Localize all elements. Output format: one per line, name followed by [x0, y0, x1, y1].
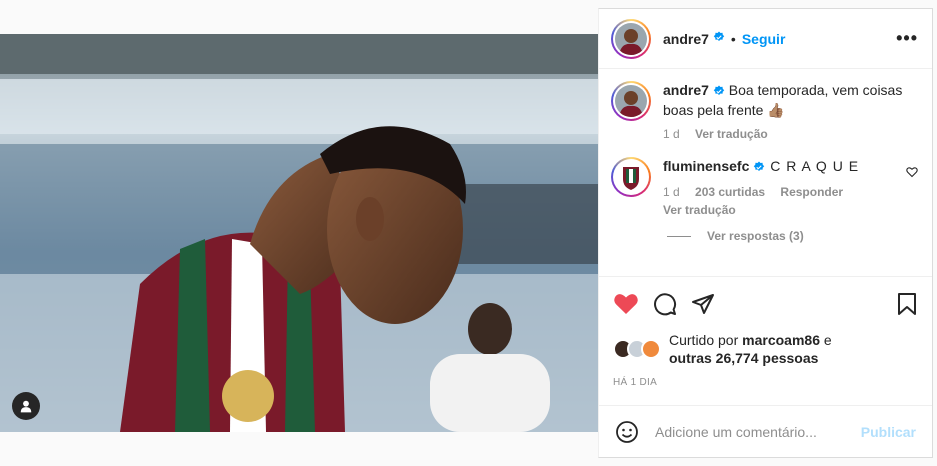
comment-username[interactable]: fluminensefc: [663, 158, 749, 174]
reply-button[interactable]: Responder: [780, 185, 843, 199]
verified-badge-icon: [753, 159, 765, 177]
verified-badge-icon: [713, 30, 725, 48]
post-side-panel: andre7 • Seguir ••• andre7 Boa temporada…: [598, 8, 933, 458]
likes-prefix: Curtido por: [669, 332, 743, 348]
follow-button[interactable]: Seguir: [742, 31, 786, 47]
add-comment-bar: Publicar: [599, 405, 932, 457]
post-timestamp[interactable]: HÁ 1 DIA: [599, 367, 932, 388]
other-likes-link[interactable]: outras 26,774 pessoas: [669, 350, 818, 366]
post-header: andre7 • Seguir •••: [599, 9, 932, 69]
save-bookmark-icon[interactable]: [896, 292, 918, 316]
liker-avatars[interactable]: [613, 339, 665, 359]
comment-time: 1 d: [663, 185, 680, 199]
like-heart-icon[interactable]: [613, 292, 639, 316]
comment-input[interactable]: [655, 423, 861, 440]
likes-text: Curtido por marcoam86 e outras 26,774 pe…: [669, 331, 832, 367]
person-tag-icon: [20, 400, 32, 413]
translate-button[interactable]: Ver tradução: [695, 127, 768, 141]
avatar-image: [615, 22, 647, 55]
post-author-username[interactable]: andre7: [663, 31, 709, 47]
emoji-smiley-icon[interactable]: [615, 420, 639, 444]
avatar: [641, 339, 661, 359]
fluminense-crest-icon: [615, 161, 647, 193]
likes-middle: e: [819, 332, 832, 348]
caption: andre7 Boa temporada, vem coisas boas pe…: [611, 81, 918, 141]
caption-username[interactable]: andre7: [663, 82, 709, 98]
verified-badge-icon: [713, 83, 725, 101]
publish-button[interactable]: Publicar: [861, 424, 916, 440]
post-image[interactable]: [0, 34, 598, 432]
view-replies-button[interactable]: Ver respostas (3): [667, 229, 918, 243]
likes-summary: Curtido por marcoam86 e outras 26,774 pe…: [599, 331, 932, 367]
avatar[interactable]: [611, 157, 651, 197]
post-photo: [0, 34, 598, 432]
view-replies-label: Ver respostas (3): [707, 229, 804, 243]
post-actions: [599, 277, 932, 331]
comment-item: fluminensefc C R A Q U E 1 d 203 curtida…: [611, 157, 918, 217]
comments-list: andre7 Boa temporada, vem coisas boas pe…: [599, 69, 932, 277]
replies-divider: [667, 235, 691, 237]
tag-people-button[interactable]: [12, 392, 40, 420]
avatar[interactable]: [611, 18, 651, 59]
like-comment-heart-icon[interactable]: [906, 165, 918, 183]
comment-text: C R A Q U E: [765, 158, 860, 174]
share-paper-plane-icon[interactable]: [691, 292, 715, 316]
avatar[interactable]: [611, 81, 651, 121]
separator-dot: •: [730, 30, 736, 47]
more-options-icon[interactable]: •••: [896, 28, 918, 49]
comment-bubble-icon[interactable]: [653, 292, 677, 316]
caption-time: 1 d: [663, 127, 680, 141]
comment-likes-count[interactable]: 203 curtidas: [695, 185, 765, 199]
translate-button[interactable]: Ver tradução: [663, 203, 918, 217]
liker-username[interactable]: marcoam86: [742, 332, 820, 348]
avatar-image: [615, 85, 647, 117]
